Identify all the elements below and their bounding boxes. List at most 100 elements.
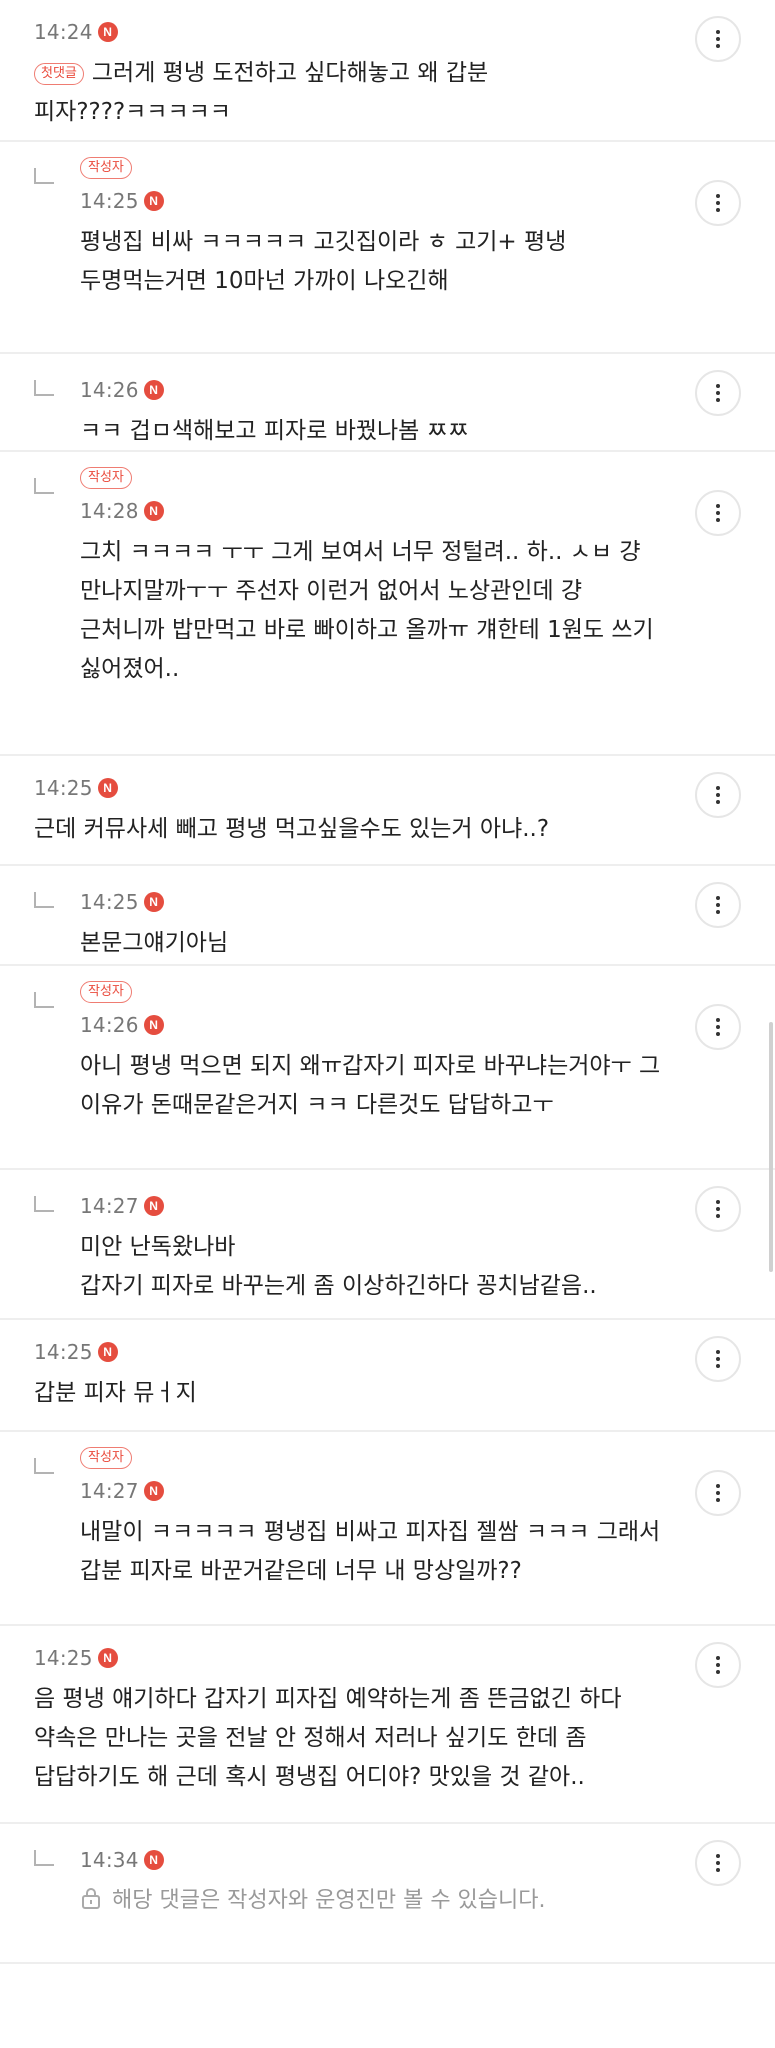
new-badge: N [97,22,118,42]
reply-comment: 14:25 N 본문그얘기아님 [0,866,775,966]
dot-icon [716,30,720,34]
dot-icon [716,504,720,508]
comment-time: 14:25 [34,1340,93,1364]
reply-arrow-icon [34,1850,54,1866]
dot-icon [716,1032,720,1036]
new-badge: N [143,892,164,912]
comment-text: 평냉집 비싸 ㅋㅋㅋㅋㅋ 고깃집이라 ㅎ 고기+ 평냉 두명먹는거면 10마넌 … [80,223,775,301]
author-badge: 작성자 [80,157,132,179]
dot-icon [716,1357,720,1361]
comment-text: 첫댓글 그러게 평냉 도전하고 싶다해놓고 왜 갑분 피자????ㅋㅋㅋㅋㅋ [34,54,775,132]
comment-body: 그치 ㅋㅋㅋㅋ ㅜㅜ 그게 보여서 너무 정털려.. 하.. ㅅㅂ 걍 만나지말… [80,539,654,682]
comment-body: 그러게 평냉 도전하고 싶다해놓고 왜 갑분 피자????ㅋㅋㅋㅋㅋ [34,60,489,125]
new-badge: N [143,1196,164,1216]
dot-icon [716,1861,720,1865]
scrollbar[interactable] [769,1022,773,1272]
comment-body: 갑분 피자 뮤ㅓ지 [34,1380,197,1406]
new-badge: N [143,501,164,521]
dot-icon [716,1656,720,1660]
reply-arrow-icon [34,1196,54,1212]
dot-icon [716,1868,720,1872]
more-options-button[interactable] [695,1336,741,1382]
dot-icon [716,384,720,388]
more-options-button[interactable] [695,1840,741,1886]
dot-icon [716,44,720,48]
comment-text: 본문그얘기아님 [80,924,775,963]
comment-time: 14:26 [80,1013,139,1037]
new-badge: N [143,1850,164,1870]
dot-icon [716,1025,720,1029]
more-options-button[interactable] [695,1642,741,1688]
new-badge: N [143,380,164,400]
comment-body: 평냉집 비싸 ㅋㅋㅋㅋㅋ 고깃집이라 ㅎ 고기+ 평냉 두명먹는거면 10마넌 … [80,229,567,294]
author-badge: 작성자 [80,467,132,489]
more-options-button[interactable] [695,370,741,416]
reply-comment: 작성자 14:28 N 그치 ㅋㅋㅋㅋ ㅜㅜ 그게 보여서 너무 정털려.. 하.. … [0,452,775,756]
reply-comment: 작성자 14:26 N 아니 평냉 먹으면 되지 왜ㅠ갑자기 피자로 바꾸냐는거야ㅜ … [0,966,775,1170]
more-options-button[interactable] [695,1004,741,1050]
dot-icon [716,903,720,907]
dot-icon [716,800,720,804]
dot-icon [716,1207,720,1211]
dot-icon [716,194,720,198]
more-options-button[interactable] [695,180,741,226]
new-badge: N [97,778,118,798]
comment-body: 본문그얘기아님 [80,930,229,956]
more-options-button[interactable] [695,16,741,62]
dot-icon [716,793,720,797]
dot-icon [716,1670,720,1674]
reply-arrow-icon [34,478,54,494]
reply-comment: 14:26 N ㅋㅋ 겁ㅁ색해보고 피자로 바꿨나봄 ㅉㅉ [0,354,775,452]
dot-icon [716,1484,720,1488]
locked-text: 해당 댓글은 작성자와 운영진만 볼 수 있습니다. [112,1888,546,1913]
comment-time: 14:25 [80,890,139,914]
comment-text: 근데 커뮤사세 빼고 평냉 먹고싶을수도 있는거 아냐..? [34,810,775,849]
dot-icon [716,1018,720,1022]
dot-icon [716,1854,720,1858]
author-badge: 작성자 [80,1447,132,1469]
comment-body: 내말이 ㅋㅋㅋㅋㅋ 평냉집 비싸고 피자집 젤쌈 ㅋㅋㅋ 그래서 갑분 피자로 … [80,1519,661,1584]
more-options-button[interactable] [695,882,741,928]
new-badge: N [143,191,164,211]
more-options-button[interactable] [695,490,741,536]
more-options-button[interactable] [695,1186,741,1232]
dot-icon [716,511,720,515]
comment-body: 미안 난독왔나바 갑자기 피자로 바꾸는게 좀 이상하긴하다 꽁치남같음.. [80,1234,597,1299]
comment-time: 14:27 [80,1194,139,1218]
dot-icon [716,1491,720,1495]
comment: 14:25 N 음 평냉 얘기하다 갑자기 피자집 예약하는게 좀 뜬금없긴 하다 … [0,1626,775,1824]
comment-text: 내말이 ㅋㅋㅋㅋㅋ 평냉집 비싸고 피자집 젤쌈 ㅋㅋㅋ 그래서 갑분 피자로 … [80,1513,775,1591]
reply-arrow-icon [34,992,54,1008]
comment-body: 아니 평냉 먹으면 되지 왜ㅠ갑자기 피자로 바꾸냐는거야ㅜ 그 이유가 돈때문… [80,1053,661,1118]
author-badge: 작성자 [80,981,132,1003]
comment-text: 그치 ㅋㅋㅋㅋ ㅜㅜ 그게 보여서 너무 정털려.. 하.. ㅅㅂ 걍 만나지말… [80,533,775,689]
dot-icon [716,786,720,790]
comment-time: 14:24 [34,20,93,44]
comment-time: 14:28 [80,499,139,523]
reply-comment: 14:34 N 해당 댓글은 작성자와 운영진만 볼 수 있습니다. [0,1824,775,1964]
lock-icon [82,1888,100,1909]
comment-list: 14:24 N 첫댓글 그러게 평냉 도전하고 싶다해놓고 왜 갑분 피자????ㅋㅋ… [0,0,775,1964]
comment-body: 근데 커뮤사세 빼고 평냉 먹고싶을수도 있는거 아냐..? [34,816,550,842]
more-options-button[interactable] [695,1470,741,1516]
comment: 14:24 N 첫댓글 그러게 평냉 도전하고 싶다해놓고 왜 갑분 피자????ㅋㅋ… [0,0,775,142]
comment-time: 14:26 [80,378,139,402]
dot-icon [716,1498,720,1502]
dot-icon [716,208,720,212]
dot-icon [716,1214,720,1218]
locked-notice: 해당 댓글은 작성자와 운영진만 볼 수 있습니다. [80,1882,775,1914]
reply-comment: 작성자 14:27 N 내말이 ㅋㅋㅋㅋㅋ 평냉집 비싸고 피자집 젤쌈 ㅋㅋㅋ 그래… [0,1432,775,1626]
comment-time: 14:25 [80,189,139,213]
reply-arrow-icon [34,1458,54,1474]
reply-arrow-icon [34,168,54,184]
reply-comment: 작성자 14:25 N 평냉집 비싸 ㅋㅋㅋㅋㅋ 고깃집이라 ㅎ 고기+ 평냉 두명먹… [0,142,775,354]
comment: 14:25 N 갑분 피자 뮤ㅓ지 [0,1320,775,1432]
dot-icon [716,1663,720,1667]
dot-icon [716,910,720,914]
dot-icon [716,391,720,395]
comment: 14:25 N 근데 커뮤사세 빼고 평냉 먹고싶을수도 있는거 아냐..? [0,756,775,866]
dot-icon [716,1364,720,1368]
dot-icon [716,518,720,522]
first-comment-badge: 첫댓글 [34,63,84,85]
more-options-button[interactable] [695,772,741,818]
